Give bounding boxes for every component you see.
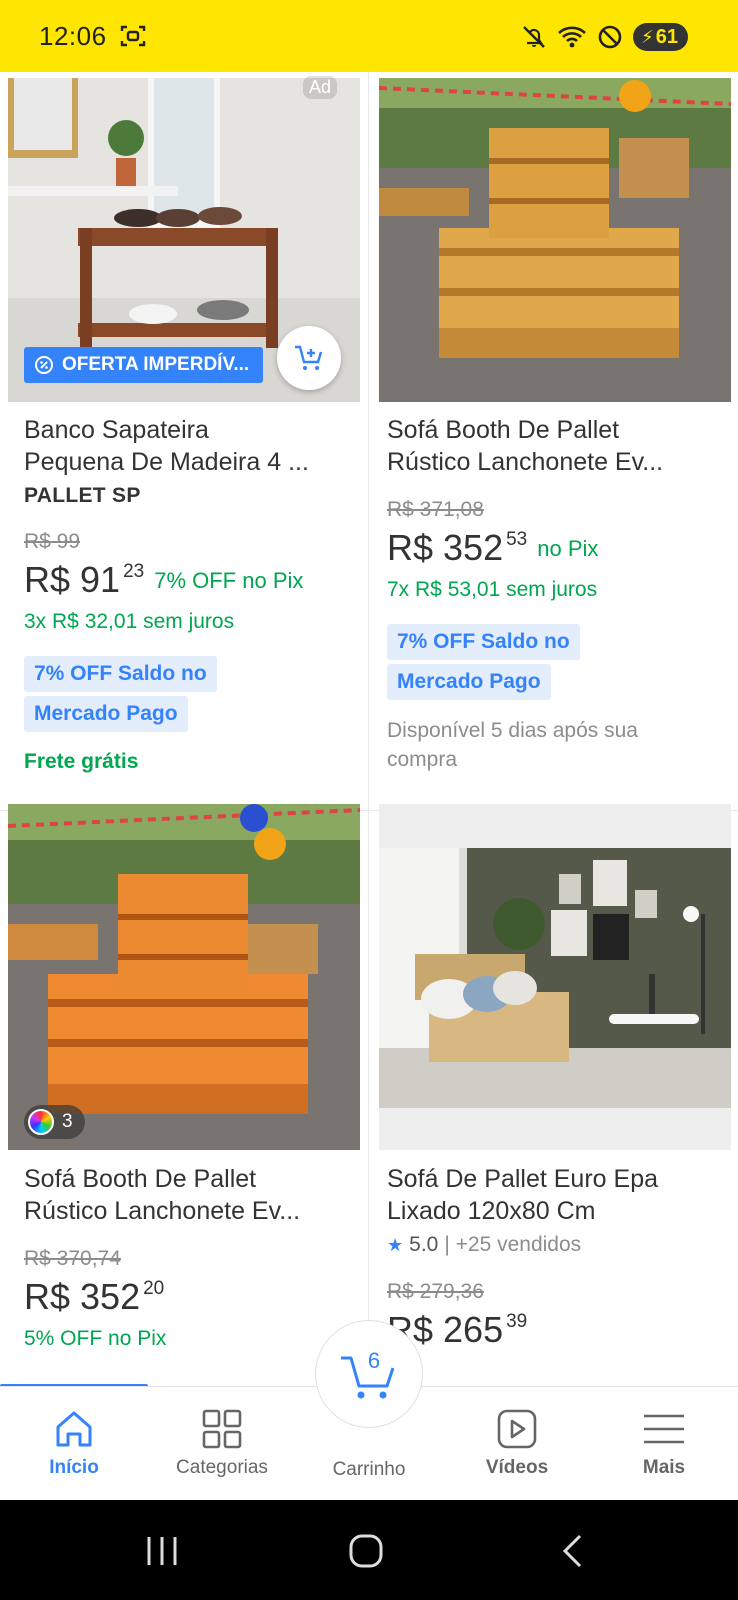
price: R$ 91 23 7% OFF no Pix: [24, 559, 304, 600]
price: R$ 352 20: [24, 1276, 165, 1317]
nav-inicio[interactable]: Início: [0, 1387, 148, 1501]
play-icon: [497, 1409, 537, 1449]
back-icon[interactable]: [560, 1534, 586, 1568]
product-title[interactable]: Sofá Booth De Pallet Rústico Lanchonete …: [387, 414, 717, 478]
product-card-2[interactable]: Sofá Booth De Pallet Rústico Lanchonete …: [369, 72, 738, 810]
status-time: 12:06: [39, 21, 107, 51]
home-icon: [56, 1411, 92, 1447]
promo-tag: 7% OFF Saldo no: [387, 624, 580, 660]
product-title[interactable]: Banco Sapateira Pequena De Madeira 4 ...: [24, 414, 354, 478]
free-shipping: Frete grátis: [24, 750, 139, 773]
nav-mais[interactable]: Mais: [590, 1387, 738, 1501]
product-card-3[interactable]: 3 Sofá Booth De Pallet Rústico Lanchonet…: [0, 804, 368, 1388]
brand-label: PALLET SP: [24, 484, 141, 507]
pix-discount: 5% OFF no Pix: [24, 1327, 167, 1350]
recent-apps-icon[interactable]: [145, 1535, 179, 1567]
offer-badge: OFERTA IMPERDÍV...: [24, 347, 264, 383]
old-price: R$ 99: [24, 530, 81, 553]
product-image[interactable]: [8, 804, 360, 1150]
offer-icon: [35, 356, 53, 374]
charging-icon: ⚡: [641, 26, 654, 47]
nav-carrinho[interactable]: 6: [315, 1320, 423, 1428]
color-wheel-icon: [28, 1109, 54, 1135]
living-room-sofa-photo: [379, 804, 731, 1150]
availability-text: Disponível 5 dias após sua compra: [387, 719, 638, 771]
product-title[interactable]: Sofá Booth De Pallet Rústico Lanchonete …: [24, 1163, 354, 1227]
add-to-cart-button[interactable]: [277, 326, 341, 390]
product-title[interactable]: Sofá De Pallet Euro Epa Lixado 120x80 Cm: [387, 1163, 717, 1227]
nav-categorias[interactable]: Categorias: [148, 1387, 296, 1501]
old-price: R$ 370,74: [24, 1247, 121, 1270]
pix-discount: 7% OFF no Pix: [154, 568, 304, 593]
star-icon: ★: [387, 1234, 404, 1255]
cart-label: Carrinho: [332, 1459, 406, 1480]
ad-label: Ad: [303, 76, 338, 99]
home-button-icon[interactable]: [348, 1533, 384, 1569]
promo-tag: Mercado Pago: [24, 696, 188, 732]
pallet-sofa-photo: [8, 804, 360, 1150]
old-price: R$ 371,08: [387, 498, 484, 521]
price: R$ 352 53 no Pix: [387, 527, 599, 568]
promo-tag: 7% OFF Saldo no: [24, 656, 217, 692]
screenshot-icon: [120, 25, 146, 47]
mute-icon: [523, 26, 545, 48]
sold-count: | +25 vendidos: [444, 1233, 582, 1256]
menu-icon: [644, 1414, 684, 1444]
product-card-1[interactable]: Ad OFERTA IMPERDÍV... Banco Sapateira Pe…: [0, 72, 368, 810]
product-image[interactable]: [379, 804, 731, 1150]
cart-count: 6: [368, 1348, 380, 1373]
installments: 7x R$ 53,01 sem juros: [387, 578, 598, 601]
rating: ★ 5.0 | +25 vendidos: [387, 1233, 582, 1256]
grid-icon: [202, 1409, 242, 1449]
product-image[interactable]: [379, 78, 731, 402]
wifi-icon: [558, 26, 586, 48]
cart-icon: 6: [341, 1348, 395, 1399]
promo-tag: Mercado Pago: [387, 664, 551, 700]
nav-videos[interactable]: Vídeos: [443, 1387, 591, 1501]
pix-discount: no Pix: [537, 536, 599, 561]
pallet-sofa-photo: [379, 78, 731, 402]
product-grid[interactable]: Ad OFERTA IMPERDÍV... Banco Sapateira Pe…: [0, 72, 738, 1388]
installments: 3x R$ 32,01 sem juros: [24, 610, 235, 633]
do-not-disturb-icon: [598, 25, 622, 49]
add-cart-icon: [295, 345, 323, 370]
system-nav-bar: [0, 1500, 738, 1600]
product-card-4[interactable]: Sofá De Pallet Euro Epa Lixado 120x80 Cm…: [369, 804, 738, 1388]
battery-indicator: ⚡ 61: [633, 23, 688, 51]
status-bar: 12:06 ⚡ 61: [0, 0, 738, 72]
color-variants-badge: 3: [24, 1105, 85, 1139]
old-price: R$ 279,36: [387, 1280, 484, 1303]
